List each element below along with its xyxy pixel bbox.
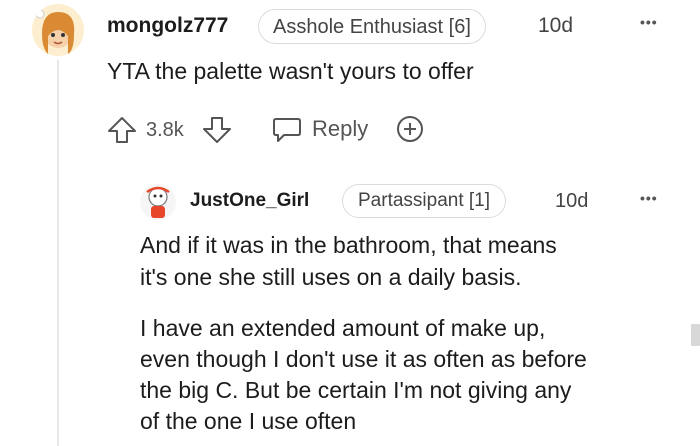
avatar[interactable] (32, 4, 84, 56)
scrollbar-thumb[interactable] (691, 324, 700, 346)
reply-line: And if it was in the bathroom, that mean… (140, 232, 557, 258)
reply-avatar[interactable] (140, 184, 176, 220)
reply-label: Reply (312, 116, 369, 141)
reply-username[interactable]: JustOne_Girl (190, 190, 309, 212)
reply-line: it's one she still uses on a daily basis… (140, 264, 522, 290)
reply-user-flair: Partassipant [1] (342, 184, 507, 218)
upvote-button[interactable] (107, 116, 137, 144)
reply-paragraph: I have an extended amount of make up, ev… (140, 313, 587, 437)
reply-paragraph: And if it was in the bathroom, that mean… (140, 229, 557, 293)
more-options-button[interactable]: ••• (640, 14, 658, 30)
reply-button[interactable]: Reply (272, 115, 368, 143)
comment-username[interactable]: mongolz777 (107, 14, 228, 38)
reply-more-options-button[interactable]: ••• (640, 190, 658, 206)
user-flair: Asshole Enthusiast [6] (258, 9, 486, 44)
comment-body: YTA the palette wasn't yours to offer (107, 58, 474, 84)
reply-line: I have an extended amount of make up, (140, 315, 546, 341)
award-button[interactable] (394, 114, 426, 144)
comment-age: 10d (538, 14, 574, 37)
downvote-button[interactable] (202, 116, 232, 144)
reply-age: 10d (555, 190, 589, 212)
downvote-icon (202, 116, 232, 144)
thread-line[interactable] (57, 60, 59, 446)
reply-icon (272, 115, 302, 143)
vote-score: 3.8k (146, 119, 184, 141)
reply-line: the big C. But be certain I'm not giving… (140, 377, 572, 403)
reply-line: of the one I use often (140, 408, 357, 434)
reply-line: even though I don't use it as often as b… (140, 346, 587, 372)
award-icon (394, 114, 426, 144)
upvote-icon (107, 116, 137, 144)
